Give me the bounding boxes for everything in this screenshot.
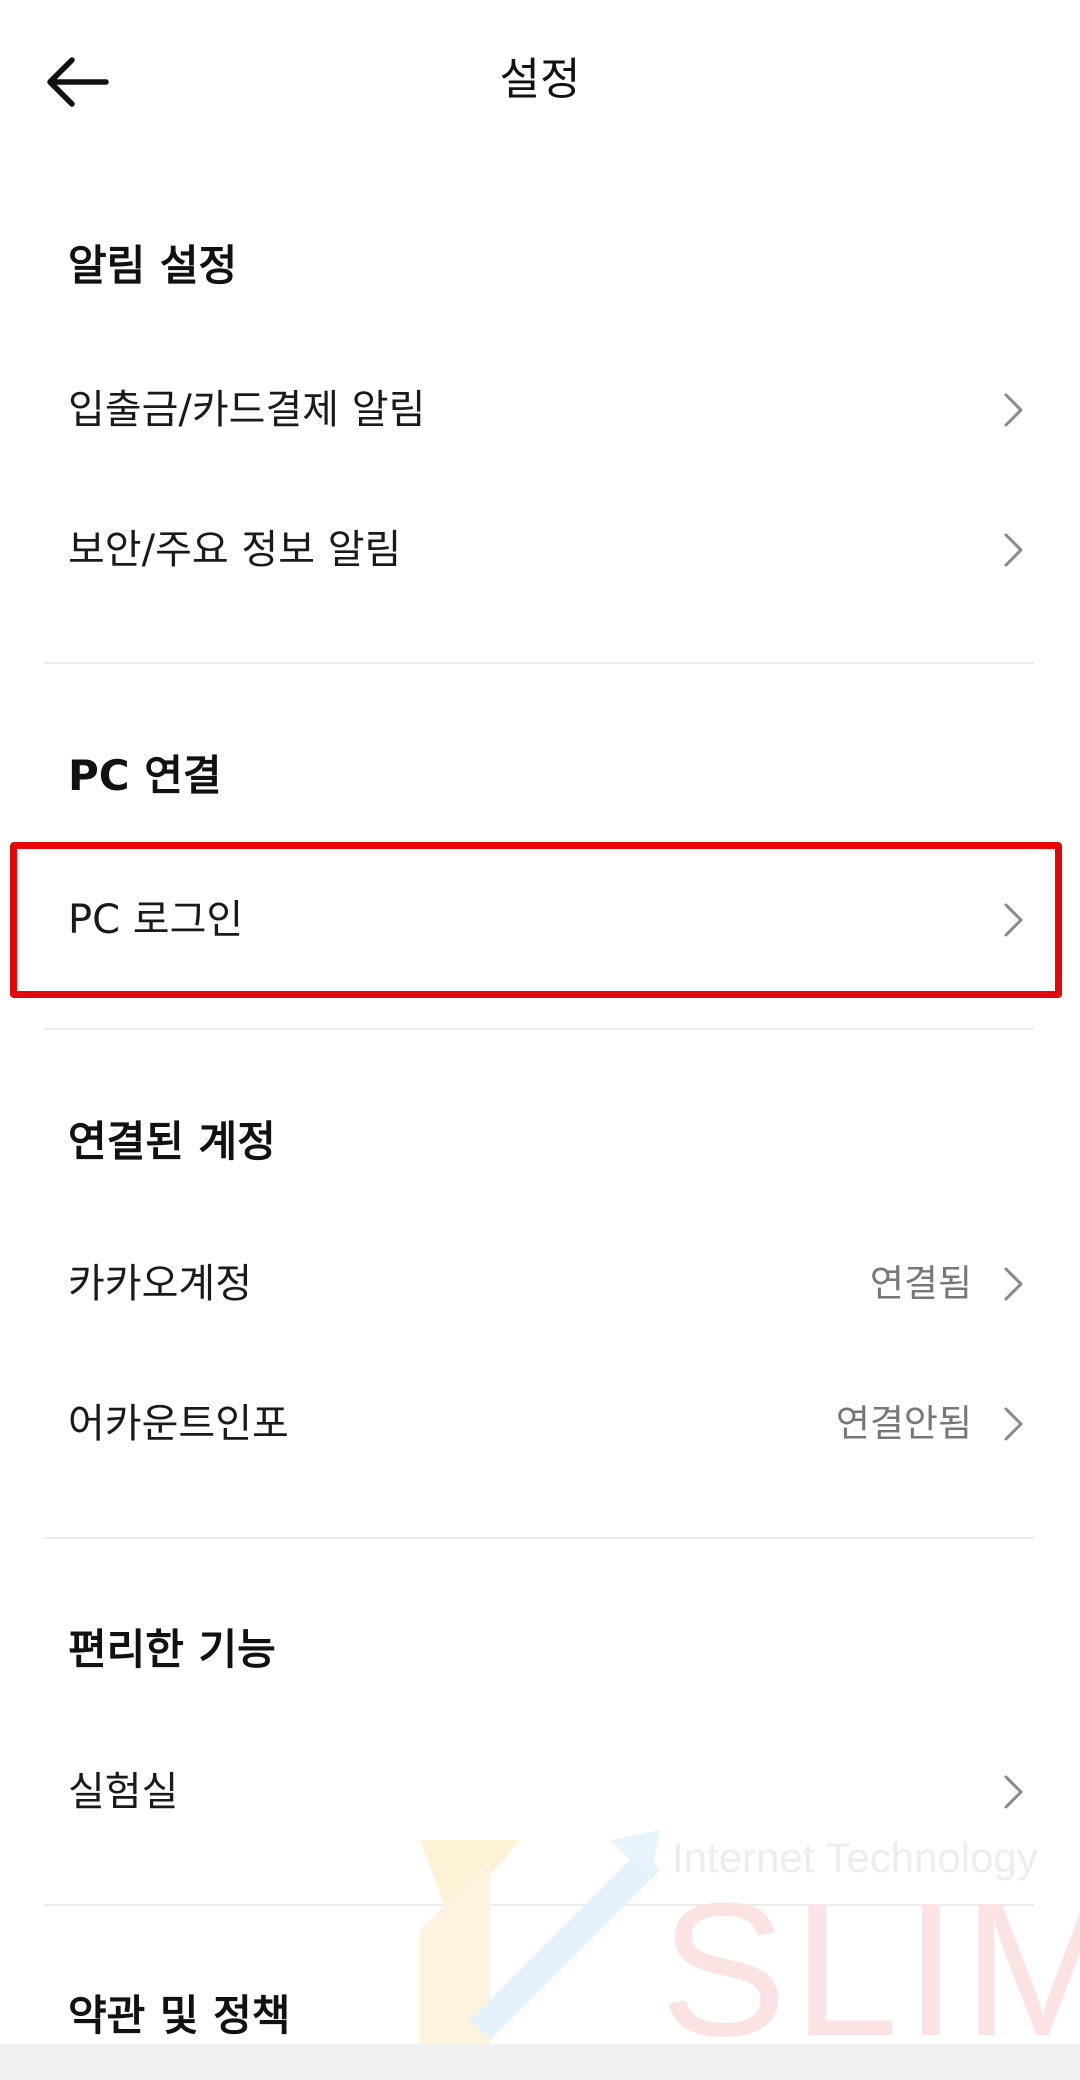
section-divider: [44, 662, 1034, 664]
chevron-right-icon: [1004, 1267, 1023, 1301]
section-title-terms-policy: 약관 및 정책: [68, 1991, 291, 2040]
chevron-right-icon: [1004, 1407, 1023, 1441]
chevron-right-icon: [1004, 1775, 1023, 1809]
page-title: 설정: [499, 54, 581, 105]
section-divider: [44, 1537, 1034, 1539]
connection-status: 연결됨: [869, 1262, 972, 1305]
menu-item-label: PC 로그인: [68, 897, 244, 943]
chevron-right-icon: [1004, 393, 1023, 427]
menu-item-label: 어카운트인포: [68, 1401, 289, 1447]
section-divider: [44, 1028, 1034, 1030]
section-title-pc-connection: PC 연결: [68, 751, 222, 800]
section-title-notifications: 알림 설정: [68, 241, 238, 290]
section-title-linked-accounts: 연결된 계정: [68, 1117, 276, 1166]
menu-item-label: 보안/주요 정보 알림: [68, 527, 402, 573]
section-divider: [44, 1904, 1034, 1906]
menu-item-account-info[interactable]: 어카운트인포 연결안됨: [0, 1354, 1080, 1494]
menu-item-label: 실험실: [68, 1769, 179, 1815]
menu-item-label: 카카오계정: [68, 1261, 252, 1307]
menu-item-lab[interactable]: 실험실: [0, 1722, 1080, 1862]
watermark-brand: SLIM: [660, 1864, 1080, 2076]
menu-item-pc-login[interactable]: PC 로그인: [0, 850, 1080, 990]
chevron-right-icon: [1004, 533, 1023, 567]
top-bar: 설정: [0, 0, 1080, 160]
menu-item-deposit-card-alert[interactable]: 입출금/카드결제 알림: [0, 340, 1080, 480]
menu-item-kakao-account[interactable]: 카카오계정 연결됨: [0, 1214, 1080, 1354]
connection-status: 연결안됨: [835, 1402, 972, 1445]
section-title-convenient-features: 편리한 기능: [68, 1625, 276, 1674]
menu-item-security-alert[interactable]: 보안/주요 정보 알림: [0, 480, 1080, 620]
bottom-bar: [0, 2044, 1080, 2080]
chevron-right-icon: [1004, 903, 1023, 937]
menu-item-label: 입출금/카드결제 알림: [68, 387, 426, 433]
